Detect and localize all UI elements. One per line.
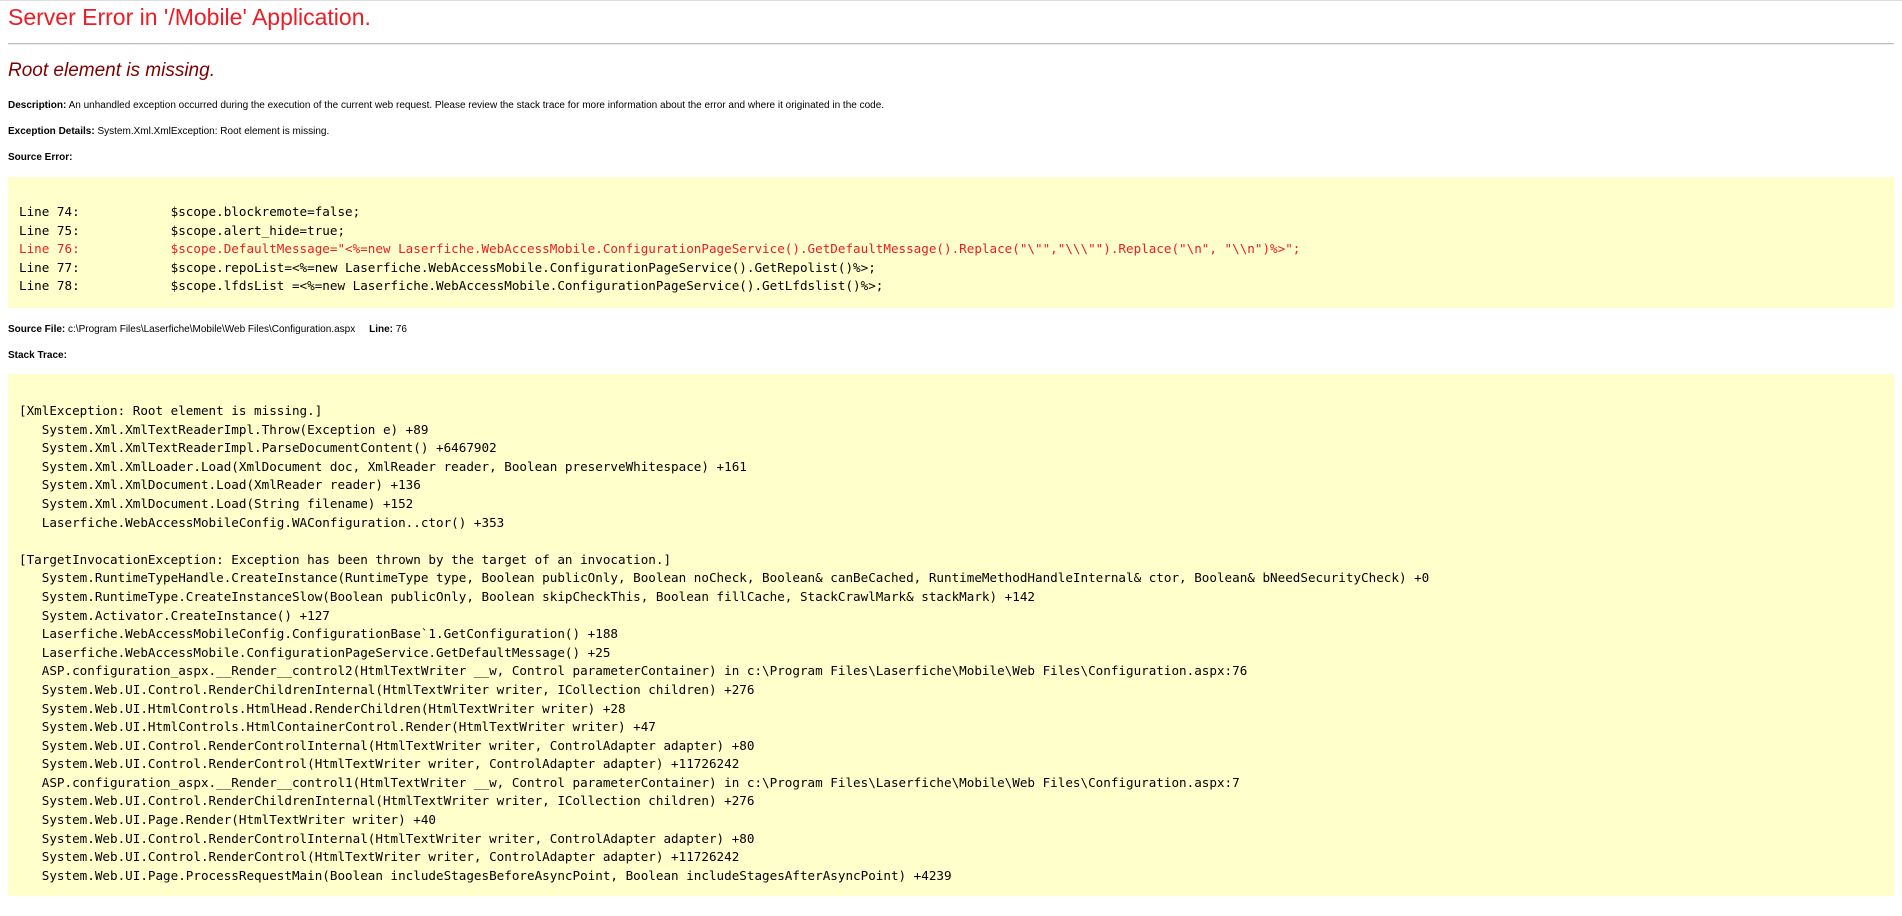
stack-trace-row: System.Web.UI.Control.RenderControl(Html… [19,849,740,865]
source-line-value: 76 [395,324,407,335]
source-error-box: Line 74: $scope.blockremote=false; Line 7… [8,177,1894,308]
source-line-label: Line: [369,324,393,335]
stack-trace-row: System.Activator.CreateInstance() +127 [19,607,330,623]
stack-trace-row: System.Web.UI.Control.RenderChildrenInte… [19,793,755,809]
exception-details-label: Exception Details: [8,126,95,137]
stack-trace-row: [TargetInvocationException: Exception ha… [19,551,672,567]
source-error-label: Source Error: [8,152,73,163]
exception-details-line: Exception Details: System.Xml.XmlExcepti… [8,126,329,138]
stack-trace-row: Laserfiche.WebAccessMobileConfig.WAConfi… [19,514,505,530]
stack-trace-row: System.Web.UI.HtmlControls.HtmlContainer… [19,719,656,735]
source-file-line: Source File: c:\Program Files\Laserfiche… [8,324,407,336]
stack-trace-row: System.Xml.XmlDocument.Load(XmlReader re… [19,477,421,493]
description-label: Description: [8,100,67,111]
source-line-76-highlighted: Line 76: $scope.DefaultMessage="<%=new L… [19,241,1301,257]
source-file-label: Source File: [8,324,66,335]
stack-trace-line: Stack Trace: [8,350,67,362]
stack-trace-box: [XmlException: Root element is missing.]… [8,374,1894,896]
stack-trace-row: System.Web.UI.Control.RenderControl(Html… [19,756,740,772]
stack-trace-row: [XmlException: Root element is missing.] [19,403,323,418]
source-line-74: Line 74: $scope.blockremote=false; [19,204,361,219]
source-line-75: Line 75: $scope.alert_hide=true; [19,222,346,238]
error-message: Root element is missing. [8,60,215,81]
source-line-77: Line 77: $scope.repoList=<%=new Laserfic… [19,259,876,275]
source-line-78: Line 78: $scope.lfdsList =<%=new Laserfi… [19,278,884,294]
stack-trace-row: System.RuntimeType.CreateInstanceSlow(Bo… [19,588,1035,604]
stack-trace-row [19,532,1429,551]
stack-trace-row: System.Web.UI.Control.RenderChildrenInte… [19,681,755,697]
top-border [0,0,1902,1]
stack-trace-row: System.RuntimeTypeHandle.CreateInstance(… [19,570,1430,586]
page-title: Server Error in '/Mobile' Application. [8,4,371,30]
source-file-path: c:\Program Files\Laserfiche\Mobile\Web F… [68,324,356,335]
stack-trace-row: System.Xml.XmlLoader.Load(XmlDocument do… [19,458,747,474]
stack-trace-row: System.Web.UI.Page.Render(HtmlTextWriter… [19,812,437,828]
description-line: Description: An unhandled exception occu… [8,100,884,112]
stack-trace-row: Laserfiche.WebAccessMobileConfig.Configu… [19,626,618,642]
exception-details-text: System.Xml.XmlException: Root element is… [97,126,330,137]
description-text: An unhandled exception occurred during t… [68,100,885,111]
stack-trace-label: Stack Trace: [8,350,67,361]
stack-trace-row: System.Web.UI.HtmlControls.HtmlHead.Rend… [19,700,626,716]
source-error-line: Source Error: [8,152,72,164]
stack-trace-block: [XmlException: Root element is missing.]… [19,402,1429,885]
stack-trace-row: ASP.configuration_aspx.__Render__control… [19,663,1248,679]
stack-trace-row: System.Xml.XmlTextReaderImpl.Throw(Excep… [19,421,429,437]
stack-trace-row: System.Web.UI.Page.ProcessRequestMain(Bo… [19,867,952,883]
stack-trace-row: System.Xml.XmlTextReaderImpl.ParseDocume… [19,440,497,456]
stack-trace-row: System.Xml.XmlDocument.Load(String filen… [19,495,414,511]
stack-trace-row: Laserfiche.WebAccessMobile.Configuration… [19,644,611,660]
stack-trace-row: System.Web.UI.Control.RenderControlInter… [19,830,755,846]
stack-trace-row: ASP.configuration_aspx.__Render__control… [19,774,1240,790]
title-divider [8,43,1894,45]
source-code-block: Line 74: $scope.blockremote=false; Line 7… [19,203,1300,296]
stack-trace-row: System.Web.UI.Control.RenderControlInter… [19,737,755,753]
